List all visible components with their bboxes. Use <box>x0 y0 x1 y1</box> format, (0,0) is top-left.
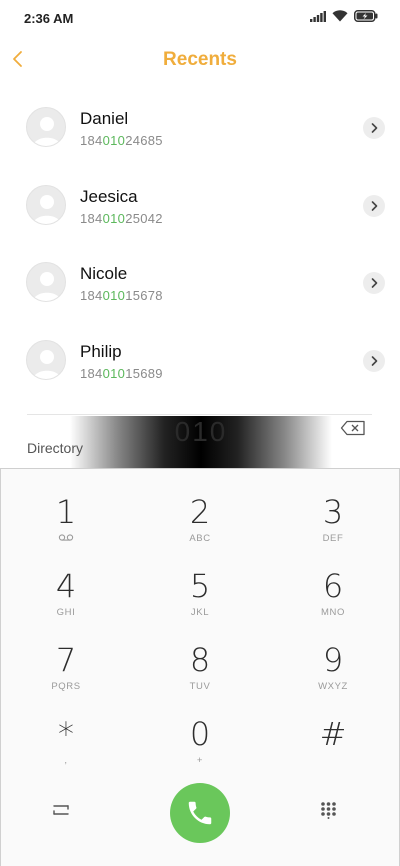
person-silhouette-icon <box>33 272 61 301</box>
number-prefix: 184 <box>80 288 103 303</box>
wifi-icon <box>332 10 348 22</box>
battery-charging-icon <box>354 10 378 22</box>
dialed-number-display[interactable]: 010 <box>70 416 332 468</box>
number-match: 010 <box>102 288 126 303</box>
key-digit: 1 <box>55 493 77 531</box>
contact-detail-button[interactable] <box>363 272 385 294</box>
page-title: Recents <box>163 49 237 70</box>
avatar <box>26 185 66 225</box>
status-icons <box>310 10 378 22</box>
key-letters: JKL <box>190 607 210 618</box>
key-0[interactable]: 0 + <box>145 715 255 779</box>
signal-icon <box>310 10 326 22</box>
key-letters: + <box>196 755 204 766</box>
key-letters: MNO <box>321 607 345 618</box>
key-digit: 3 <box>322 493 344 531</box>
chevron-right-icon <box>371 356 378 366</box>
chevron-right-icon <box>371 201 378 211</box>
recent-contact-row[interactable]: Nicole 18401015678 <box>0 243 400 319</box>
divider <box>27 414 372 415</box>
contact-detail-button[interactable] <box>363 117 385 139</box>
key-letters: GHI <box>56 607 76 618</box>
key-letters: DEF <box>322 533 344 544</box>
key-9[interactable]: 9 WXYZ <box>278 641 388 705</box>
person-silhouette-icon <box>33 195 61 224</box>
backspace-icon[interactable] <box>340 420 366 436</box>
key-7[interactable]: 7 PQRS <box>11 641 121 705</box>
chevron-right-icon <box>371 123 378 133</box>
dial-keypad: 1 2 ABC 3 DEF 4 GHI 5 JKL 6 MNO 7 PQRS 8… <box>0 468 400 866</box>
key-digit: 8 <box>189 641 211 679</box>
avatar <box>26 262 66 302</box>
header: Recents <box>0 40 400 80</box>
contact-detail-button[interactable] <box>363 350 385 372</box>
contact-detail-button[interactable] <box>363 195 385 217</box>
key-3[interactable]: 3 DEF <box>278 493 388 557</box>
chevron-right-icon <box>371 278 378 288</box>
key-digit: 4 <box>55 567 77 605</box>
voicemail-icon <box>58 534 74 541</box>
key-1[interactable]: 1 <box>11 493 121 557</box>
recent-contact-row[interactable]: Jeesica 18401025042 <box>0 166 400 242</box>
key-digit: 2 <box>189 493 211 531</box>
key-digit: * <box>58 715 74 753</box>
number-match: 010 <box>102 133 126 148</box>
number-suffix: 25042 <box>125 211 163 226</box>
phone-icon <box>188 801 212 825</box>
key-digit: 7 <box>55 641 77 679</box>
keypad-bottom-bar <box>0 779 400 843</box>
recent-contact-row[interactable]: Daniel 18401024685 <box>0 88 400 164</box>
key-2[interactable]: 2 ABC <box>145 493 255 557</box>
number-suffix: 24685 <box>125 133 163 148</box>
contact-name: Jeesica <box>80 187 138 206</box>
person-silhouette-icon <box>33 350 61 379</box>
number-prefix: 184 <box>80 133 103 148</box>
call-button[interactable] <box>170 783 230 843</box>
key-5[interactable]: 5 JKL <box>145 567 255 631</box>
key-6[interactable]: 6 MNO <box>278 567 388 631</box>
key-letters: WXYZ <box>318 681 348 692</box>
key-digit: 0 <box>189 715 211 753</box>
key-letters: PQRS <box>51 681 81 692</box>
key-digit: 6 <box>322 567 344 605</box>
number-prefix: 184 <box>80 366 103 381</box>
key-digit: 5 <box>189 567 211 605</box>
key-star[interactable]: * , <box>11 715 121 779</box>
dial-input-area: 010 Directory <box>0 412 400 468</box>
number-match: 010 <box>102 366 126 381</box>
key-letters: ABC <box>189 533 211 544</box>
recent-contact-row[interactable]: Philip 18401015689 <box>0 321 400 397</box>
dialpad-icon[interactable] <box>320 801 337 819</box>
key-8[interactable]: 8 TUV <box>145 641 255 705</box>
key-letters: , <box>64 755 68 766</box>
contact-number: 18401015678 <box>80 288 163 303</box>
contact-number: 18401024685 <box>80 133 163 148</box>
status-time: 2:36 AM <box>24 11 74 26</box>
contact-name: Nicole <box>80 264 128 283</box>
avatar <box>26 340 66 380</box>
key-hash[interactable]: # <box>278 715 388 779</box>
key-letters: TUV <box>189 681 211 692</box>
contact-name: Philip <box>80 342 122 361</box>
number-suffix: 15678 <box>125 288 163 303</box>
contact-name: Daniel <box>80 109 129 128</box>
number-match: 010 <box>102 211 126 226</box>
contact-number: 18401025042 <box>80 211 163 226</box>
key-digit: 9 <box>322 641 344 679</box>
person-silhouette-icon <box>33 117 61 146</box>
dialed-digits: 010 <box>174 416 228 447</box>
number-suffix: 15689 <box>125 366 163 381</box>
number-prefix: 184 <box>80 211 103 226</box>
swap-icon[interactable] <box>52 802 70 818</box>
directory-label[interactable]: Directory <box>27 440 83 456</box>
status-bar: 2:36 AM <box>0 0 400 36</box>
key-digit: # <box>319 715 347 753</box>
avatar <box>26 107 66 147</box>
key-4[interactable]: 4 GHI <box>11 567 121 631</box>
contact-number: 18401015689 <box>80 366 163 381</box>
